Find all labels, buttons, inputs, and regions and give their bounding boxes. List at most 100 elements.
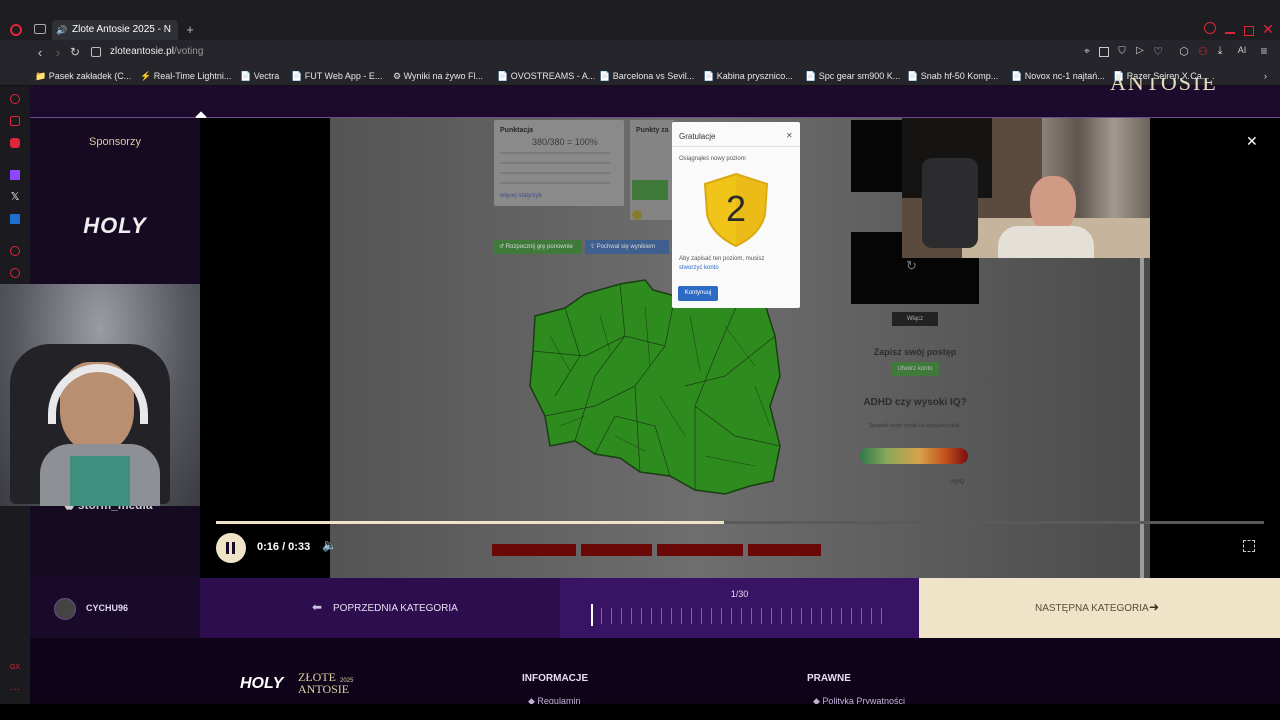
score-card: Punktacja 380/380 = 100% więcej statysty… (494, 120, 624, 206)
url-field[interactable]: zloteantosie.pl/voting (110, 46, 203, 57)
previous-category-label: POPRZEDNIA KATEGORIA (333, 603, 458, 614)
previous-category-button[interactable]: ⬅ POPRZEDNIA KATEGORIA (200, 578, 560, 638)
play-icon[interactable]: ▷ (1135, 45, 1145, 56)
pause-icon (226, 542, 229, 554)
download-icon[interactable]: ⤓ (1215, 45, 1225, 58)
instagram-icon[interactable] (10, 138, 20, 148)
bookmarks-more-icon[interactable]: › (1264, 66, 1267, 86)
heart-icon[interactable]: ♡ (1153, 45, 1163, 58)
points-card: Punkty za (630, 120, 674, 220)
share-button[interactable]: ⇪ Pochwal się wynikiem (585, 240, 669, 254)
snapshot-icon[interactable] (1099, 47, 1109, 57)
bookmark-item[interactable]: ⚡ Real-Time Lightni... (140, 66, 231, 86)
pause-icon-bar (232, 542, 235, 554)
next-category-button[interactable]: NASTĘPNA KATEGORIA ➜ (919, 578, 1280, 638)
modal-title: Gratulacje (679, 132, 716, 141)
gx-icon[interactable]: GX (8, 664, 22, 671)
lock-icon[interactable] (91, 47, 101, 57)
progress-ticks (591, 608, 891, 624)
user-name[interactable]: CYCHU96 (86, 603, 128, 613)
bookmark-item[interactable]: 📄 Novox nc-1 najtań... (1011, 66, 1105, 86)
next-category-label: NASTĘPNA KATEGORIA (1035, 603, 1149, 614)
forward-icon[interactable]: › (52, 45, 64, 60)
sponsor-logo[interactable]: HOLY (30, 213, 200, 239)
level-number: 2 (725, 188, 747, 229)
result-bar (748, 544, 821, 556)
new-tab-icon[interactable]: + (183, 22, 197, 37)
address-bar-row: ‹ › ↻ zloteantosie.pl/voting ⌖ ⛉ ▷ ♡ ⬡ ⚇… (0, 40, 1280, 66)
avatar[interactable] (54, 598, 76, 620)
bookmark-item[interactable]: 📁 Pasek zakładek (C... (35, 66, 131, 86)
footer-logo[interactable]: HOLY ZŁOTE ANTOSIE 2025 (240, 670, 360, 700)
aria-icon[interactable]: AI (1233, 45, 1251, 55)
reload-icon[interactable]: ↻ (69, 45, 81, 59)
score-value: 380/380 = 100% (532, 137, 598, 147)
progress-marker[interactable] (591, 604, 593, 626)
bookmark-item[interactable]: 📄 OVOSTREAMS - A... (497, 66, 595, 86)
browser-tab-bar: 🔊 Zlote Antosie 2025 - N + ✕ (0, 0, 1280, 40)
points-title: Punkty za (636, 127, 669, 134)
adhd-title: ADHD czy wysoki IQ? (863, 397, 967, 408)
minimize-icon[interactable] (1225, 32, 1235, 34)
profile-icon[interactable]: ⚇ (1197, 45, 1209, 58)
score-lines (500, 152, 610, 188)
extensions-icon[interactable]: ⬡ (1178, 45, 1190, 58)
x-icon[interactable]: 𝕏 (9, 190, 21, 203)
search-tabs-icon[interactable] (1204, 22, 1216, 34)
twitch-icon[interactable] (10, 170, 20, 180)
header-logo: ANTOSIE (1110, 78, 1218, 95)
opera-logo-icon[interactable] (10, 24, 22, 36)
maximize-icon[interactable] (1244, 26, 1254, 36)
modal-link[interactable]: stworzyć konto (679, 265, 719, 271)
restart-button[interactable]: ↺ Rozpocznij grę ponownie (493, 240, 581, 254)
bookmark-item[interactable]: 📄 Spc gear sm900 K... (805, 66, 900, 86)
menu-icon[interactable]: ≡ (1258, 44, 1270, 58)
history-icon[interactable] (10, 268, 20, 278)
side-button[interactable]: Włącz (892, 312, 938, 326)
modal-close-icon[interactable]: ✕ (786, 131, 793, 140)
shirt-shape (70, 456, 130, 506)
bookmark-item[interactable]: 📄 Snab hf-50 Komp... (907, 66, 998, 86)
footer-link-info[interactable]: ◆ Regulamin (528, 696, 580, 704)
pin-icon[interactable]: ⌖ (1082, 46, 1092, 57)
category-progress: 1/30 (560, 578, 919, 638)
score-title: Punktacja (500, 127, 534, 134)
volume-icon[interactable]: 🔈 (322, 538, 337, 552)
page-scrollbar[interactable] (1140, 258, 1144, 578)
back-icon[interactable]: ‹ (34, 45, 46, 60)
close-video-icon[interactable]: ✕ (1246, 133, 1258, 150)
bookmark-item[interactable]: 📄 FUT Web App - E... (291, 66, 382, 86)
url-path: /voting (173, 46, 204, 57)
fullscreen-icon[interactable] (1243, 540, 1255, 552)
bookmark-item[interactable]: 📄 Barcelona vs Sevil... (599, 66, 694, 86)
footer-year: 2025 (340, 678, 354, 684)
chair-shape-right (922, 158, 978, 248)
adhd-text: Sprawdź swoje wyniki na specjalnej skali (868, 423, 960, 429)
continue-button[interactable]: Kontynuuj (678, 286, 718, 301)
outlook-icon[interactable] (10, 214, 20, 224)
tab-island-icon[interactable] (34, 24, 46, 34)
bookmark-item[interactable]: ⚙ Wyniki na żywo Fl... (393, 66, 483, 86)
arrow-right-icon: ➜ (1149, 600, 1160, 614)
tab-active[interactable]: 🔊 Zlote Antosie 2025 - N (52, 20, 178, 40)
ai-label: AI (1237, 45, 1247, 55)
url-domain: zloteantosie.pl (110, 46, 174, 57)
messenger-icon[interactable] (10, 94, 20, 104)
close-window-icon[interactable]: ✕ (1262, 21, 1274, 38)
player-icon[interactable] (10, 246, 20, 256)
person-right (1030, 176, 1076, 232)
footer-link-legal[interactable]: ◆ Polityka Prywatności (813, 696, 905, 704)
replay-icon[interactable]: ↻ (906, 258, 917, 274)
bookmark-item[interactable]: 📄 Kabina prysznico... (703, 66, 793, 86)
result-bar (657, 544, 743, 556)
create-account-button[interactable]: Utwórz konto (891, 362, 939, 376)
chat-icon[interactable] (10, 116, 20, 126)
points-dot (632, 210, 642, 220)
score-link[interactable]: więcej statystyk (500, 193, 542, 199)
seek-progress (216, 521, 725, 524)
more-icon[interactable]: ··· (8, 684, 22, 695)
pause-button[interactable] (216, 533, 246, 563)
shield-icon[interactable]: ⛉ (1117, 46, 1127, 57)
bookmarks-bar: 📁 Pasek zakładek (C... ⚡ Real-Time Light… (0, 66, 1280, 86)
bookmark-item[interactable]: 📄 Vectra (240, 66, 279, 86)
